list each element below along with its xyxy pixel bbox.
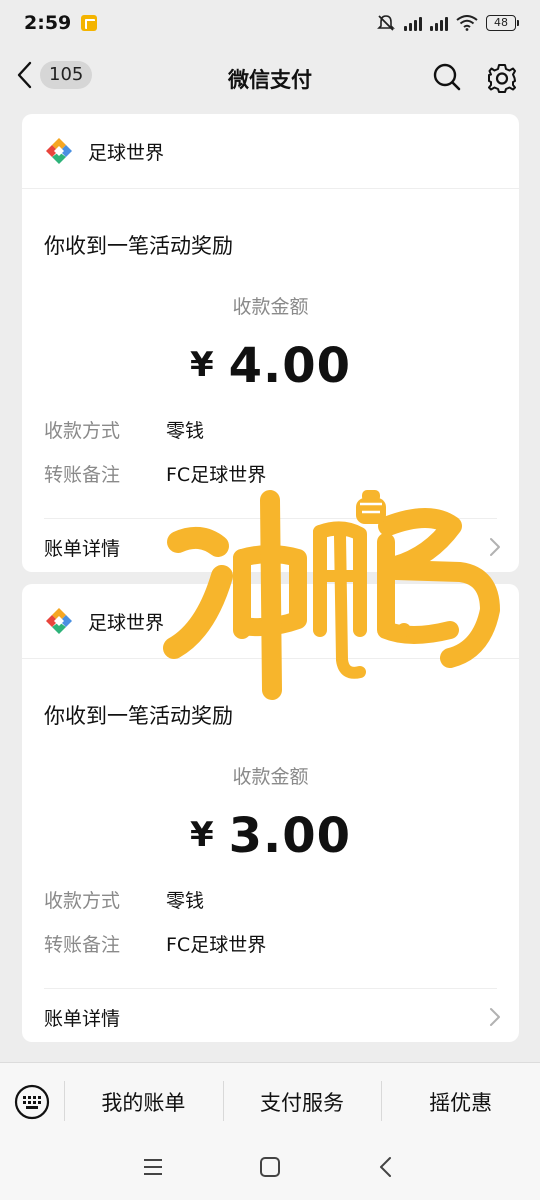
- home-button[interactable]: [259, 1156, 281, 1182]
- signal-icon: [404, 15, 422, 31]
- nav-bar: 105 微信支付: [0, 50, 540, 106]
- amount-label: 收款金额: [232, 296, 309, 318]
- notification-app-icon: [81, 15, 98, 31]
- keyboard-toggle-button[interactable]: [0, 1083, 64, 1121]
- method-label: 收款方式: [44, 890, 121, 912]
- merchant-header[interactable]: 足球世界: [44, 606, 164, 636]
- home-square-icon: [260, 1157, 280, 1177]
- menu-shake-offers[interactable]: 摇优惠: [381, 1080, 540, 1121]
- recent-apps-button[interactable]: [142, 1156, 164, 1182]
- divider: [22, 188, 519, 189]
- chevron-right-icon: [490, 1008, 500, 1026]
- merchant-name: 足球世界: [88, 141, 165, 164]
- merchant-header[interactable]: 足球世界: [44, 136, 164, 166]
- amount-number: 4.00: [228, 338, 352, 394]
- merchant-logo-icon: [46, 608, 72, 634]
- amount-label: 收款金额: [232, 766, 309, 788]
- amount-value: ¥4.00: [22, 338, 519, 394]
- keyboard-icon: [14, 1084, 50, 1119]
- chevron-right-icon: [490, 538, 500, 556]
- battery-icon: 48: [486, 15, 519, 31]
- payment-card: 足球世界 你收到一笔活动奖励 收款金额 ¥4.00 收款方式 零钱 转账备注 F…: [22, 114, 519, 572]
- merchant-logo-icon: [46, 138, 72, 164]
- merchant-name: 足球世界: [88, 611, 165, 634]
- divider: [22, 658, 519, 659]
- bill-details-link[interactable]: 账单详情: [44, 1002, 501, 1032]
- gear-icon: [488, 64, 516, 93]
- wifi-icon: [456, 15, 478, 31]
- status-bar: 2:59 48: [0, 0, 540, 46]
- bottom-menu: 我的账单 支付服务 摇优惠: [0, 1062, 540, 1140]
- method-row: 收款方式 零钱: [44, 886, 204, 913]
- mute-icon: [377, 15, 395, 31]
- system-navigation-bar: [0, 1140, 540, 1200]
- divider: [44, 988, 497, 989]
- system-back-button[interactable]: [378, 1156, 394, 1182]
- menu-my-bills[interactable]: 我的账单: [64, 1080, 223, 1121]
- bill-details-label: 账单详情: [44, 1007, 121, 1030]
- method-value: 零钱: [166, 420, 205, 442]
- currency-symbol: ¥: [189, 345, 215, 385]
- bill-details-link[interactable]: 账单详情: [44, 532, 501, 562]
- message-heading: 你收到一笔活动奖励: [44, 234, 233, 258]
- note-label: 转账备注: [44, 464, 121, 486]
- amount-number: 3.00: [228, 808, 352, 864]
- message-heading: 你收到一笔活动奖励: [44, 704, 233, 728]
- note-label: 转账备注: [44, 934, 121, 956]
- bill-details-label: 账单详情: [44, 537, 121, 560]
- method-label: 收款方式: [44, 420, 121, 442]
- payment-card: 足球世界 你收到一笔活动奖励 收款金额 ¥3.00 收款方式 零钱 转账备注 F…: [22, 584, 519, 1042]
- currency-symbol: ¥: [189, 815, 215, 855]
- settings-button[interactable]: [486, 62, 518, 98]
- divider: [44, 518, 497, 519]
- signal-hd-icon: [430, 15, 448, 31]
- method-value: 零钱: [166, 890, 205, 912]
- search-icon: [433, 63, 461, 91]
- menu-icon: [144, 1159, 162, 1175]
- status-icons: 48: [376, 14, 519, 32]
- method-row: 收款方式 零钱: [44, 416, 204, 443]
- note-value: FC足球世界: [166, 464, 267, 486]
- note-value: FC足球世界: [166, 934, 267, 956]
- note-row: 转账备注 FC足球世界: [44, 460, 266, 487]
- status-time: 2:59: [24, 12, 72, 34]
- note-row: 转账备注 FC足球世界: [44, 930, 266, 957]
- chevron-left-icon: [380, 1157, 391, 1177]
- amount-value: ¥3.00: [22, 808, 519, 864]
- menu-payment-services[interactable]: 支付服务: [222, 1080, 382, 1121]
- search-button[interactable]: [432, 62, 462, 96]
